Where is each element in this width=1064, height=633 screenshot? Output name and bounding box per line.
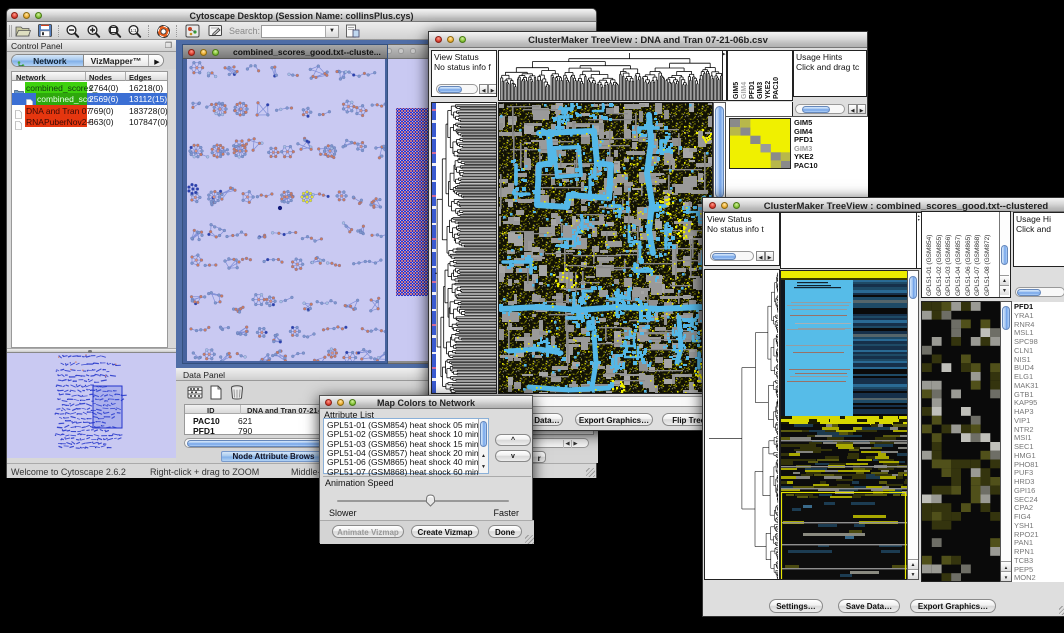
svg-text:1:1: 1:1 <box>130 28 137 33</box>
